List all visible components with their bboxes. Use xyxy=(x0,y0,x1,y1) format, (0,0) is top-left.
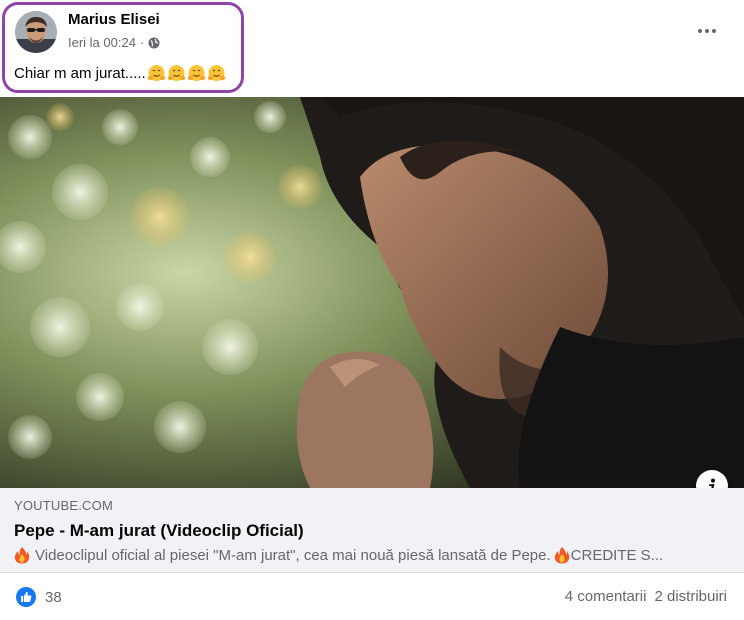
post-text-content: Chiar m am jurat..... xyxy=(14,65,146,82)
fire-icon xyxy=(14,546,30,564)
shares-count[interactable]: 2 distribuiri xyxy=(654,588,727,605)
post-timestamp[interactable]: Ieri la 00:24 xyxy=(68,35,136,50)
globe-icon[interactable] xyxy=(148,37,160,49)
reaction-count: 38 xyxy=(45,588,62,606)
engagement-counts: 4 comentarii 2 distribuiri xyxy=(565,588,727,605)
avatar[interactable] xyxy=(15,11,57,53)
reactions-summary[interactable]: 38 xyxy=(16,587,62,607)
emoji-row xyxy=(147,64,226,83)
meta-separator: · xyxy=(139,35,145,50)
link-description-text: Videoclipul oficial al piesei "M-am jura… xyxy=(35,546,551,564)
more-options-dot xyxy=(712,29,716,33)
hugging-face-icon xyxy=(187,64,206,83)
more-options-button[interactable] xyxy=(692,18,722,44)
fire-icon xyxy=(554,546,570,564)
hugging-face-icon xyxy=(207,64,226,83)
video-thumbnail[interactable] xyxy=(0,97,744,488)
more-options-dot xyxy=(705,29,709,33)
link-domain: YOUTUBE.COM xyxy=(14,498,113,513)
like-icon xyxy=(16,587,36,607)
more-options-icon xyxy=(698,29,702,33)
author-name[interactable]: Marius Elisei xyxy=(68,11,160,28)
post-meta: Ieri la 00:24 · xyxy=(68,35,160,50)
hugging-face-icon xyxy=(167,64,186,83)
link-title[interactable]: Pepe - M-am jurat (Videoclip Oficial) xyxy=(14,521,304,541)
facebook-post: Marius Elisei Ieri la 00:24 · Chiar m am… xyxy=(0,0,744,620)
comments-count[interactable]: 4 comentarii xyxy=(565,588,647,605)
post-text: Chiar m am jurat..... xyxy=(14,64,226,83)
link-preview[interactable]: YOUTUBE.COM Pepe - M-am jurat (Videoclip… xyxy=(0,488,744,573)
link-description: Videoclipul oficial al piesei "M-am jura… xyxy=(14,546,714,564)
hugging-face-icon xyxy=(147,64,166,83)
link-description-tail: CREDITE S... xyxy=(570,546,664,564)
